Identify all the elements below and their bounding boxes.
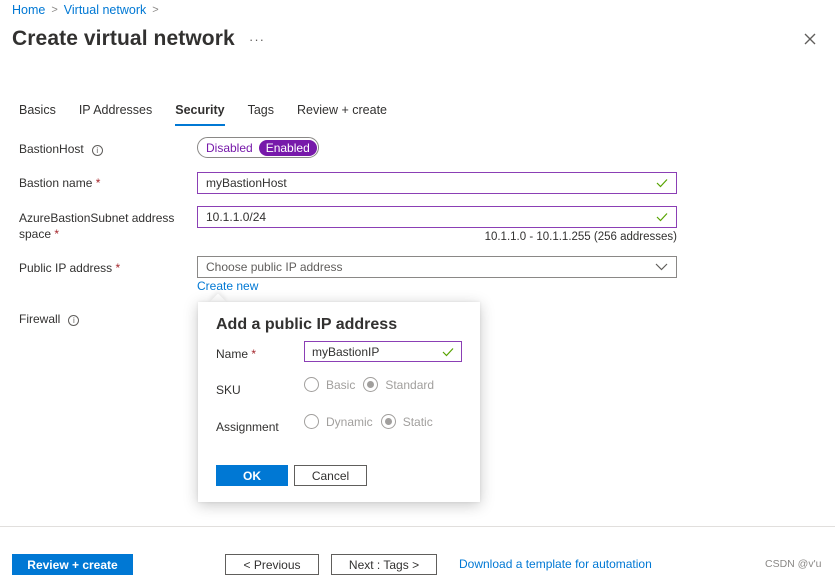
valid-check-icon: [656, 213, 668, 222]
required-marker: *: [115, 261, 121, 275]
breadcrumb-virtual-network[interactable]: Virtual network: [64, 3, 146, 17]
review-create-button[interactable]: Review + create: [12, 554, 133, 575]
bastion-name-label-text: Bastion name: [19, 176, 93, 190]
bastion-name-label: Bastion name *: [19, 175, 100, 191]
tab-tags[interactable]: Tags: [248, 103, 274, 123]
download-template-link[interactable]: Download a template for automation: [459, 557, 652, 571]
page-title: Create virtual network: [12, 27, 235, 50]
breadcrumb: Home > Virtual network >: [12, 3, 159, 17]
assignment-label: Assignment: [216, 420, 279, 434]
sku-radio-standard[interactable]: Standard: [363, 377, 434, 392]
public-ip-name-input[interactable]: myBastionIP: [304, 341, 462, 362]
breadcrumb-separator: >: [51, 4, 58, 16]
assignment-radio-group: Dynamic Static: [304, 414, 441, 429]
assignment-radio-dynamic[interactable]: Dynamic: [304, 414, 373, 429]
ok-button[interactable]: OK: [216, 465, 288, 486]
assignment-option-dynamic: Dynamic: [326, 414, 373, 429]
sku-label: SKU: [216, 383, 241, 397]
previous-button[interactable]: < Previous: [225, 554, 319, 575]
public-ip-label: Public IP address *: [19, 260, 120, 276]
bastion-name-input[interactable]: myBastionHost: [197, 172, 677, 194]
footer-divider: [0, 526, 835, 527]
subnet-space-label: AzureBastionSubnet address space *: [19, 210, 179, 242]
callout-name-label-text: Name: [216, 347, 249, 361]
valid-check-icon: [656, 179, 668, 188]
next-tags-button[interactable]: Next : Tags >: [331, 554, 437, 575]
toggle-option-disabled[interactable]: Disabled: [206, 141, 253, 155]
more-options-icon[interactable]: ···: [249, 32, 265, 47]
create-new-link[interactable]: Create new: [197, 279, 258, 293]
public-ip-dropdown[interactable]: Choose public IP address: [197, 256, 677, 278]
close-icon[interactable]: [801, 30, 819, 48]
required-marker: *: [95, 176, 101, 190]
info-icon[interactable]: i: [68, 315, 80, 326]
sku-radio-group: Basic Standard: [304, 377, 442, 392]
bastion-name-value: myBastionHost: [206, 176, 287, 190]
subnet-space-value: 10.1.1.0/24: [206, 210, 267, 224]
bastion-host-toggle[interactable]: Disabled Enabled: [197, 137, 319, 158]
breadcrumb-home[interactable]: Home: [12, 3, 45, 17]
public-ip-placeholder: Choose public IP address: [206, 260, 343, 274]
breadcrumb-separator: >: [152, 4, 159, 16]
radio-circle: [304, 414, 319, 429]
sku-option-basic: Basic: [326, 377, 356, 392]
toggle-option-enabled[interactable]: Enabled: [258, 139, 317, 156]
public-ip-name-value: myBastionIP: [312, 344, 380, 359]
assignment-radio-static[interactable]: Static: [380, 414, 433, 429]
tab-security[interactable]: Security: [175, 103, 225, 126]
firewall-label: Firewall i: [19, 311, 80, 327]
public-ip-label-text: Public IP address: [19, 261, 113, 275]
required-marker: *: [251, 347, 257, 361]
subnet-space-label-text: AzureBastionSubnet address space: [19, 211, 175, 241]
radio-circle-selected: [380, 414, 396, 429]
chevron-down-icon: [655, 263, 668, 271]
info-icon[interactable]: i: [91, 145, 103, 156]
subnet-space-input[interactable]: 10.1.1.0/24: [197, 206, 677, 228]
firewall-label-text: Firewall: [19, 312, 61, 326]
wizard-tabs: Basics IP Addresses Security Tags Review…: [19, 103, 410, 126]
radio-circle-selected: [363, 377, 379, 392]
required-marker: *: [54, 227, 60, 241]
tab-basics[interactable]: Basics: [19, 103, 56, 123]
assignment-option-static: Static: [402, 414, 433, 429]
add-public-ip-callout: Add a public IP address Name * myBastion…: [198, 302, 480, 502]
subnet-range-hint: 10.1.1.0 - 10.1.1.255 (256 addresses): [484, 231, 677, 243]
bastion-host-label-text: BastionHost: [19, 142, 84, 156]
sku-option-standard: Standard: [385, 377, 435, 392]
watermark: CSDN @v'u: [765, 558, 822, 570]
bastion-host-label: BastionHost i: [19, 141, 103, 157]
sku-radio-basic[interactable]: Basic: [304, 377, 355, 392]
radio-circle: [304, 377, 319, 392]
cancel-button[interactable]: Cancel: [294, 465, 367, 486]
valid-check-icon: [442, 347, 454, 356]
tab-review-create[interactable]: Review + create: [297, 103, 387, 123]
callout-name-label: Name *: [216, 347, 256, 361]
callout-title: Add a public IP address: [216, 316, 398, 333]
tab-ip-addresses[interactable]: IP Addresses: [79, 103, 152, 123]
